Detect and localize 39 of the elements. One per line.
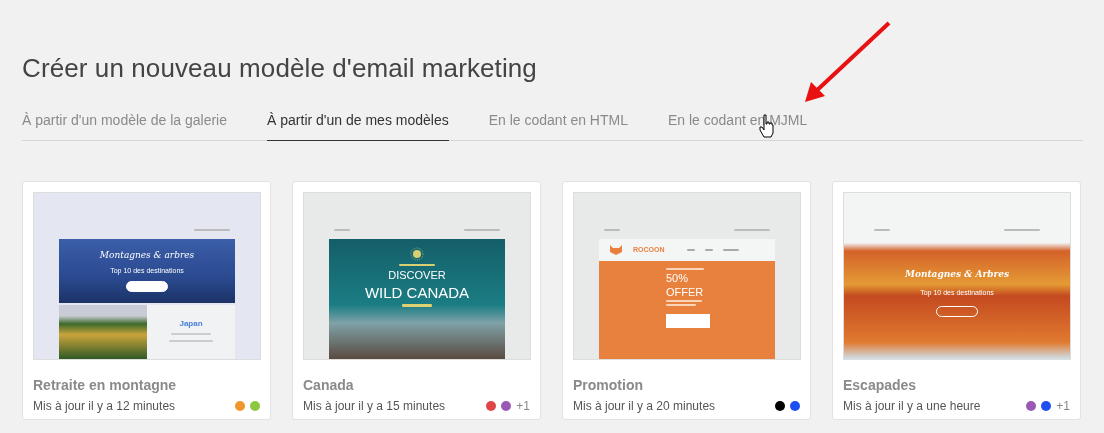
template-name: Promotion bbox=[573, 377, 644, 393]
shop-pill bbox=[666, 313, 710, 328]
placeholder-line bbox=[722, 248, 739, 251]
updated-text: Mis à jour il y a 12 minutes bbox=[33, 399, 176, 413]
template-name: Canada bbox=[303, 377, 355, 393]
side-title: Japan bbox=[179, 319, 203, 329]
placeholder-line bbox=[334, 229, 350, 231]
updated-text: Mis à jour il y a 15 minutes bbox=[303, 399, 446, 413]
placeholder-line bbox=[734, 229, 770, 231]
banner-heading: DISCOVER bbox=[388, 269, 446, 281]
promo-heading: 50% bbox=[666, 271, 689, 284]
placeholder-line bbox=[1004, 229, 1040, 231]
tab[interactable]: À partir d'un de mes modèles bbox=[267, 106, 449, 141]
placeholder-line bbox=[874, 229, 890, 231]
template-name: Retraite en montagne bbox=[33, 377, 178, 393]
promo-subheading: OFFER bbox=[666, 285, 704, 298]
banner-heading: Montagnes & Arbres bbox=[904, 269, 1010, 279]
page-title: Créer un nouveau modèle d'email marketing bbox=[22, 53, 537, 84]
globe-icon bbox=[410, 247, 424, 261]
banner-subheading: WILD CANADA bbox=[364, 284, 470, 301]
placeholder-line bbox=[399, 264, 435, 266]
template-card[interactable]: DISCOVER WILD CANADA Canada Mis à jour il y a 15 minutes +1 bbox=[292, 181, 541, 420]
more-count: +1 bbox=[1056, 399, 1070, 413]
placeholder-line bbox=[402, 304, 432, 307]
updated-text: Mis à jour il y a une heure bbox=[843, 399, 981, 413]
placeholder-line bbox=[704, 248, 713, 251]
cat-logo-icon bbox=[609, 244, 623, 255]
updated-text: Mis à jour il y a 20 minutes bbox=[573, 399, 716, 413]
banner-heading: Montagnes & arbres bbox=[99, 250, 195, 261]
placeholder-line bbox=[169, 340, 213, 343]
placeholder-line bbox=[604, 229, 620, 231]
template-name: Escapades bbox=[843, 377, 918, 393]
placeholder-line bbox=[464, 229, 500, 231]
more-count: +1 bbox=[516, 399, 530, 413]
placeholder-line bbox=[171, 333, 211, 336]
placeholder-line bbox=[666, 267, 704, 270]
placeholder-line bbox=[686, 248, 695, 251]
placeholder-line bbox=[194, 229, 230, 231]
banner-pill bbox=[126, 281, 168, 293]
